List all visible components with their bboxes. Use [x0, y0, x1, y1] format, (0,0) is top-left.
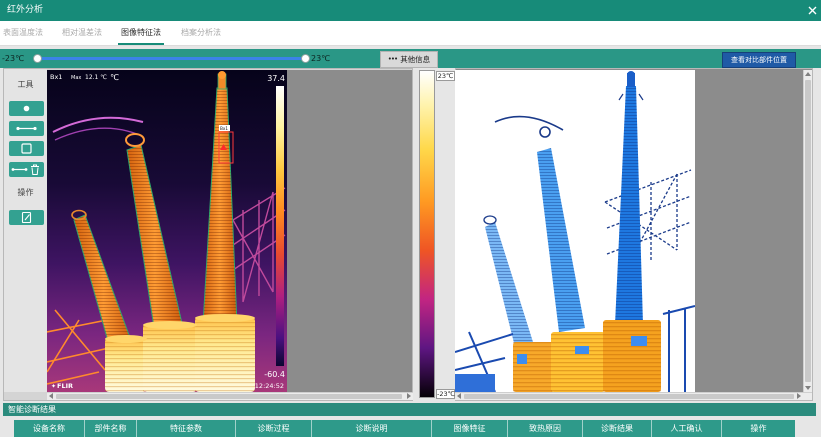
flir-flame-icon: ✦: [51, 383, 56, 390]
diagnosis-results-title: 智能诊断结果: [3, 403, 816, 416]
scroll-left-arrow-icon[interactable]: [457, 393, 461, 399]
feature-horizontal-scroll-thumb[interactable]: [464, 394, 794, 399]
other-info-button[interactable]: ••• 其他信息: [380, 51, 438, 68]
line-tool-button[interactable]: [9, 121, 44, 136]
slider-high-handle[interactable]: [300, 54, 310, 63]
column-image-feature[interactable]: 图像特征: [432, 420, 508, 437]
column-diagnosis-result[interactable]: 诊断结果: [583, 420, 652, 437]
tab-archive-analysis[interactable]: 档案分析法: [178, 21, 224, 45]
thermal-canvas-empty-area: [287, 70, 412, 392]
temperature-range-slider[interactable]: [32, 53, 310, 64]
point-tool-button[interactable]: [9, 101, 44, 116]
column-diagnosis-description[interactable]: 诊断说明: [312, 420, 432, 437]
operations-label: 操作: [17, 188, 34, 197]
feature-lower-left-block: [455, 374, 495, 392]
more-dots-icon: •••: [387, 55, 398, 63]
scale-top-label: 23℃: [436, 71, 455, 81]
view-compare-part-position-button[interactable]: 查看对比部件位置: [722, 52, 796, 68]
column-heating-cause[interactable]: 致热原因: [508, 420, 583, 437]
scroll-right-arrow-icon[interactable]: [797, 393, 801, 399]
column-diagnosis-process[interactable]: 诊断过程: [236, 420, 312, 437]
temperature-scale-bar: [419, 70, 435, 398]
thermal-time: 12:24:52: [255, 382, 284, 390]
tab-relative-temperature-difference[interactable]: 相对温差法: [59, 21, 105, 45]
results-table-header: 设备名称 部件名称 特征参数 诊断过程 诊断说明 图像特征 致热原因 诊断结果 …: [14, 420, 795, 437]
feature-extraction-image[interactable]: [455, 70, 695, 392]
thermal-scroll-thumb[interactable]: [56, 394, 402, 399]
thermal-image[interactable]: Bx1 Bx1 Max 12.1 ℃ ℃ 37.4 -60.4 ✦ FLIR 1…: [47, 70, 287, 392]
edit-document-icon: [21, 211, 32, 224]
point-icon: [23, 105, 30, 112]
scale-bottom-label: -23℃: [436, 389, 455, 399]
rectangle-tool-button[interactable]: [9, 141, 44, 156]
thermal-color-scale: [276, 86, 284, 366]
range-min-label: -23℃: [2, 54, 25, 63]
slider-selected-range: [37, 57, 305, 60]
column-part-name[interactable]: 部件名称: [85, 420, 137, 437]
column-device-name[interactable]: 设备名称: [14, 420, 85, 437]
thermal-max-value: 12.1 ℃: [85, 74, 107, 81]
window-title: 红外分析: [7, 5, 44, 15]
tools-label: 工具: [17, 80, 34, 89]
column-feature-params[interactable]: 特征参数: [137, 420, 236, 437]
slider-low-handle[interactable]: [32, 54, 42, 63]
scroll-up-arrow-icon[interactable]: [805, 72, 811, 76]
rectangle-icon: [21, 143, 32, 154]
thermal-brand: FLIR: [57, 382, 73, 390]
scroll-left-arrow-icon[interactable]: [49, 393, 53, 399]
line-delete-tool-button[interactable]: [9, 162, 44, 177]
marker-box-id: Bx1: [220, 126, 228, 131]
thermal-box-id: Bx1: [50, 73, 62, 81]
thermal-scale-max: 37.4: [267, 74, 285, 83]
feature-vertical-scroll-thumb[interactable]: [805, 80, 811, 382]
edit-document-button[interactable]: [9, 210, 44, 225]
thermal-unit: ℃: [110, 73, 119, 82]
other-info-label: 其他信息: [400, 55, 431, 64]
range-max-label: 23℃: [311, 54, 331, 63]
thermal-scale-min: -60.4: [264, 370, 285, 379]
tab-image-feature[interactable]: 图像特征法: [118, 21, 164, 45]
title-bar: [0, 0, 821, 21]
line-delete-icon: [11, 164, 39, 175]
thermal-max-label: Max: [71, 75, 81, 81]
scroll-right-arrow-icon[interactable]: [407, 393, 411, 399]
tab-surface-temperature[interactable]: 表面温度法: [0, 21, 46, 45]
method-tabs: 表面温度法 相对温差法 图像特征法 档案分析法: [0, 21, 821, 46]
tool-sidebar: [4, 69, 47, 392]
close-icon[interactable]: [807, 5, 818, 16]
scroll-down-arrow-icon[interactable]: [805, 386, 811, 390]
column-actions[interactable]: 操作: [722, 420, 795, 437]
column-manual-confirm[interactable]: 人工确认: [652, 420, 722, 437]
line-icon: [16, 126, 37, 131]
